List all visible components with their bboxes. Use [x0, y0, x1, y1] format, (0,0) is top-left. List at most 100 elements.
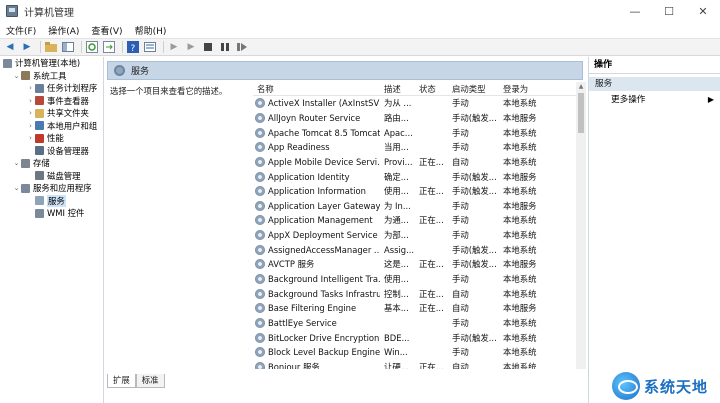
expand-arrow-icon[interactable]: ›: [26, 95, 35, 108]
tree-item-computer-management[interactable]: 计算机管理(本地): [0, 57, 103, 70]
service-gear-icon: [255, 230, 265, 241]
service-logon-cell: 本地系统: [503, 215, 537, 226]
service-gear-icon: [255, 171, 265, 182]
watermark-text: 系统天地: [644, 377, 709, 396]
service-row[interactable]: AVCTP 服务 这是... 正在... 手动(触发... 本地服务: [253, 257, 583, 272]
service-row[interactable]: Block Level Backup Engine ... Win... 手动 本地系…: [253, 345, 583, 360]
service-logon-cell: 本地服务: [503, 171, 537, 182]
menu-view[interactable]: 查看(V): [85, 24, 128, 37]
service-gear-icon: [255, 244, 265, 255]
tree-item-wmi-control[interactable]: WMI 控件: [0, 207, 103, 220]
service-start-cell: 手动(触发...: [452, 244, 497, 255]
tree-item-task-scheduler[interactable]: › 任务计划程序: [0, 82, 103, 95]
service-gear-icon: [255, 274, 265, 284]
back-arrow-icon[interactable]: ◀: [3, 40, 17, 54]
service-name: Background Intelligent Tra...: [268, 274, 380, 284]
column-header-name[interactable]: 名称: [253, 82, 380, 95]
service-row[interactable]: Background Intelligent Tra... 使用... 手动 本地系统: [253, 272, 583, 287]
service-name-cell: Apache Tomcat 8.5 Tomcat8: [253, 127, 380, 138]
service-row[interactable]: Application Information 使用... 正在... 手动(触发..…: [253, 184, 583, 199]
service-row[interactable]: Background Tasks Infrastru... 控制... 正在... 自…: [253, 286, 583, 301]
menu-action[interactable]: 操作(A): [42, 24, 85, 37]
minimize-button[interactable]: —: [618, 0, 652, 22]
tree-item-disk-management[interactable]: 磁盘管理: [0, 170, 103, 183]
collapse-arrow-icon[interactable]: ⌄: [12, 70, 21, 83]
tree-item-local-users[interactable]: › 本地用户和组: [0, 120, 103, 133]
scroll-up-arrow-icon[interactable]: ▲: [576, 82, 586, 92]
service-logon-cell: 本地服务: [503, 259, 537, 270]
expand-arrow-icon[interactable]: ›: [26, 82, 35, 95]
tab-extended[interactable]: 扩展: [107, 374, 136, 388]
service-name: AVCTP 服务: [268, 259, 315, 270]
service-row[interactable]: Bonjour 服务 让硬... 正在... 自动 本地系统: [253, 360, 583, 369]
scroll-thumb[interactable]: [578, 93, 584, 133]
local-users-icon: [35, 121, 44, 131]
vertical-scrollbar[interactable]: ▲: [576, 82, 586, 369]
tree-item-services-apps[interactable]: ⌄ 服务和应用程序: [0, 182, 103, 195]
expand-arrow-icon[interactable]: ›: [26, 107, 35, 120]
service-name: Application Identity: [268, 171, 350, 182]
service-logon-cell: 本地服务: [503, 200, 537, 211]
service-logon-cell: 本地系统: [503, 361, 537, 369]
service-row[interactable]: AppX Deployment Service ... 为部... 手动 本地系统: [253, 228, 583, 243]
expand-arrow-icon[interactable]: ›: [26, 120, 35, 133]
column-header-status[interactable]: 状态: [415, 82, 448, 95]
start-service-alt-icon[interactable]: ▶: [184, 40, 198, 54]
show-hide-tree-icon[interactable]: [61, 40, 75, 54]
collapse-arrow-icon[interactable]: ⌄: [12, 182, 21, 195]
device-manager-icon: [35, 146, 44, 156]
pause-service-icon[interactable]: [218, 40, 232, 54]
column-header-startup-type[interactable]: 启动类型: [448, 82, 499, 95]
service-row[interactable]: BattlEye Service 手动 本地系统: [253, 316, 583, 331]
tab-standard[interactable]: 标准: [135, 374, 165, 388]
service-row[interactable]: Apache Tomcat 8.5 Tomcat8 Apac... 手动 本地系统: [253, 125, 583, 140]
properties-icon[interactable]: [143, 40, 157, 54]
forward-arrow-icon[interactable]: ▶: [20, 40, 34, 54]
service-status-cell: 正在...: [419, 186, 444, 197]
service-row[interactable]: BitLocker Drive Encryption ... BDE... 手动(触…: [253, 330, 583, 345]
service-row[interactable]: Application Layer Gateway ... 为 In... 手动 本地…: [253, 198, 583, 213]
tree-item-shared-folders[interactable]: › 共享文件夹: [0, 107, 103, 120]
start-service-icon[interactable]: ▶: [167, 40, 181, 54]
tree-item-device-manager[interactable]: 设备管理器: [0, 145, 103, 158]
service-row[interactable]: Application Identity 确定... 手动(触发... 本地服务: [253, 169, 583, 184]
stop-service-icon[interactable]: [201, 40, 215, 54]
service-row[interactable]: AllJoyn Router Service 路由... 手动(触发... 本地服务: [253, 111, 583, 126]
export-list-icon[interactable]: [102, 40, 116, 54]
service-row[interactable]: Application Management 为通... 正在... 手动 本地系统: [253, 213, 583, 228]
service-start-cell: 手动: [452, 98, 469, 109]
actions-section-services[interactable]: 服务: [589, 77, 720, 91]
menu-help[interactable]: 帮助(H): [129, 24, 173, 37]
tree-item-event-viewer[interactable]: › 事件查看器: [0, 95, 103, 108]
help-icon[interactable]: ?: [126, 40, 140, 54]
expand-arrow-icon[interactable]: ›: [26, 132, 35, 145]
service-row[interactable]: ActiveX Installer (AxInstSV) 为从 ... 手动 本地系统: [253, 96, 583, 111]
service-start-cell: 手动(触发...: [452, 332, 497, 343]
menu-file[interactable]: 文件(F): [0, 24, 42, 37]
maximize-button[interactable]: ☐: [652, 0, 686, 22]
service-gear-icon: [255, 215, 265, 226]
close-button[interactable]: ✕: [686, 0, 720, 22]
column-header-log-on-as[interactable]: 登录为: [499, 82, 583, 95]
tree-item-label: WMI 控件: [47, 208, 85, 218]
service-row[interactable]: Apple Mobile Device Servi... Provi... 正在..…: [253, 155, 583, 170]
service-status-cell: 正在...: [419, 361, 444, 369]
collapse-arrow-icon[interactable]: ⌄: [12, 157, 21, 170]
service-gear-icon: [255, 200, 265, 211]
refresh-icon[interactable]: [85, 40, 99, 54]
title-bar: 计算机管理 — ☐ ✕: [0, 0, 720, 22]
tree-item-performance[interactable]: › 性能: [0, 132, 103, 145]
column-header-description[interactable]: 描述: [380, 82, 415, 95]
up-folder-icon[interactable]: [44, 40, 58, 54]
system-tools-icon: [21, 71, 30, 81]
service-row[interactable]: App Readiness 当用... 手动 本地系统: [253, 140, 583, 155]
tree-item-system-tools[interactable]: ⌄ 系统工具: [0, 70, 103, 83]
more-actions-item[interactable]: 更多操作 ▶: [589, 93, 720, 107]
service-row[interactable]: Base Filtering Engine 基本... 正在... 自动 本地服务: [253, 301, 583, 316]
tree-item-storage[interactable]: ⌄ 存储: [0, 157, 103, 170]
service-desc-cell: 路由...: [384, 112, 409, 123]
restart-service-icon[interactable]: [235, 40, 249, 54]
svg-text:?: ?: [131, 44, 136, 53]
service-row[interactable]: AssignedAccessManager ... Assig... 手动(触发..…: [253, 242, 583, 257]
tree-item-services[interactable]: 服务: [0, 194, 103, 207]
